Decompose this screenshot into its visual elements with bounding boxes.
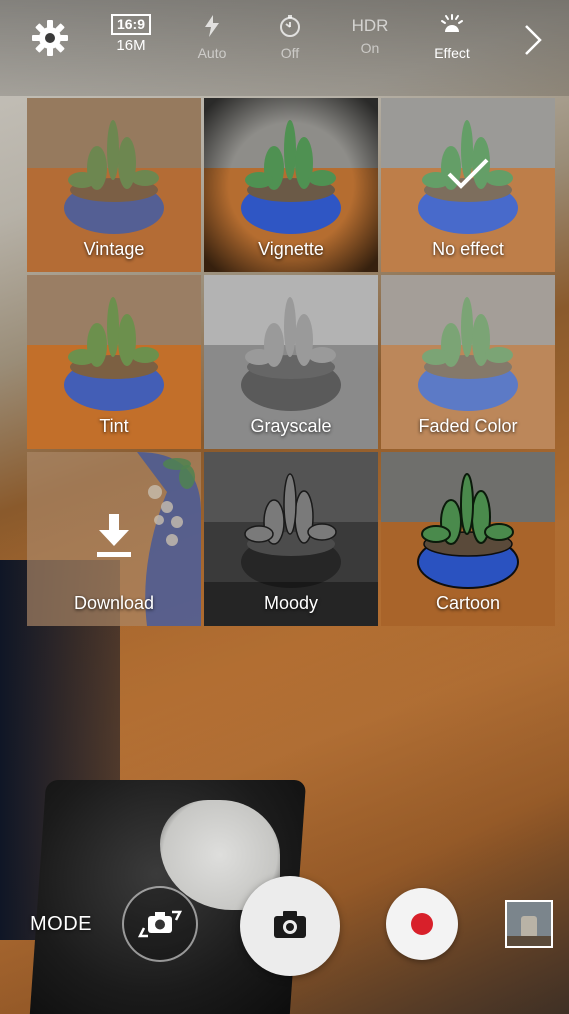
effect-tile-vignette[interactable]: Vignette bbox=[204, 98, 378, 272]
effect-tile-vintage[interactable]: Vintage bbox=[27, 98, 201, 272]
effect-label: Grayscale bbox=[250, 416, 332, 436]
effect-label: Faded Color bbox=[418, 416, 518, 436]
flash-button[interactable]: Auto bbox=[188, 14, 236, 61]
hdr-button[interactable]: HDR On bbox=[346, 14, 394, 56]
hdr-title: HDR bbox=[351, 16, 389, 35]
effect-label: Download bbox=[73, 593, 155, 613]
effect-button[interactable]: Effect bbox=[424, 14, 480, 61]
megapixel-label: 16M bbox=[116, 37, 146, 54]
effect-tile-grayscale[interactable]: Grayscale bbox=[204, 275, 378, 449]
effect-tile-cartoon[interactable]: Cartoon bbox=[381, 452, 555, 626]
chevron-right-icon[interactable] bbox=[518, 22, 546, 58]
timer-button[interactable]: Off bbox=[266, 14, 314, 61]
ratio-label: 16:9 bbox=[110, 14, 152, 35]
switch-camera-icon bbox=[137, 910, 183, 938]
effect-tile-no-effect[interactable]: No effect bbox=[381, 98, 555, 272]
effect-tile-moody[interactable]: Moody bbox=[204, 452, 378, 626]
download-icon bbox=[97, 514, 131, 557]
gear-icon[interactable] bbox=[30, 18, 70, 58]
effect-label: Cartoon bbox=[435, 593, 501, 613]
record-icon bbox=[411, 913, 433, 935]
camera-icon bbox=[274, 911, 306, 938]
effect-sun-icon bbox=[441, 14, 463, 32]
effect-label: Effect bbox=[434, 45, 470, 61]
camera-viewfinder[interactable]: 16:9 16M Auto Off HDR On Effect Vintage … bbox=[0, 0, 569, 1014]
flash-label: Auto bbox=[197, 45, 227, 61]
effect-label: Vintage bbox=[83, 239, 145, 259]
effect-tile-tint[interactable]: Tint bbox=[27, 275, 201, 449]
effect-label: Tint bbox=[99, 416, 129, 436]
checkmark-icon bbox=[447, 158, 489, 189]
gallery-thumbnail[interactable] bbox=[505, 900, 553, 948]
flash-auto-icon bbox=[205, 15, 219, 37]
mode-button[interactable]: MODE bbox=[30, 913, 92, 936]
hdr-label: On bbox=[360, 40, 380, 56]
effect-label: Moody bbox=[263, 593, 319, 613]
effect-tile-faded-color[interactable]: Faded Color bbox=[381, 275, 555, 449]
timer-icon bbox=[280, 15, 300, 37]
top-toolbar: 16:9 16M Auto Off HDR On Effect bbox=[0, 0, 569, 96]
effect-label: Vignette bbox=[258, 239, 324, 259]
effect-tile-download[interactable]: Download bbox=[27, 452, 201, 626]
effect-label: No effect bbox=[432, 239, 504, 259]
gallery-preview-image bbox=[507, 902, 551, 946]
record-button[interactable] bbox=[386, 888, 458, 960]
effect-grid: Vintage Vignette No effect Tint Grayscal… bbox=[27, 98, 555, 626]
shutter-button[interactable] bbox=[240, 876, 340, 976]
switch-camera-button[interactable] bbox=[122, 886, 198, 962]
timer-label: Off bbox=[280, 45, 300, 61]
resolution-button[interactable]: 16:9 16M bbox=[106, 14, 156, 54]
